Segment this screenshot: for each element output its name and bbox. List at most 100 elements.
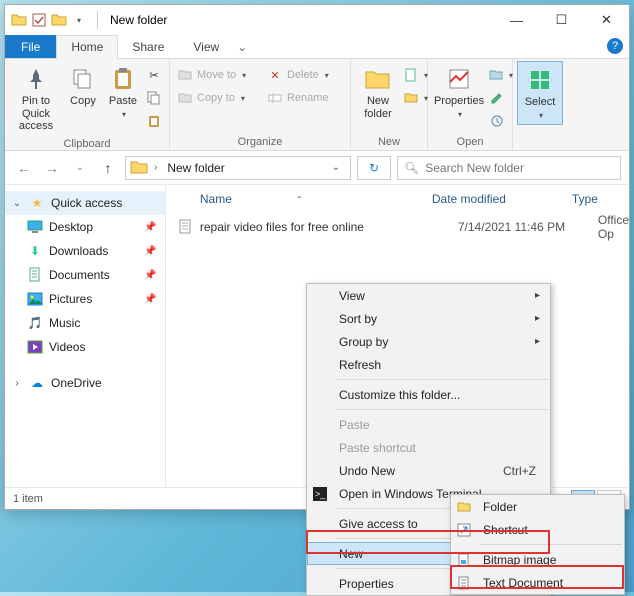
back-button[interactable]: ← [13,157,35,179]
search-icon: 🔍︎ [404,161,419,175]
edit-button[interactable] [489,88,505,108]
column-name[interactable]: Name⌃ [166,192,424,206]
sidebar: ⌄ ★ Quick access Desktop 📌 ⬇ Downloads 📌… [5,185,166,487]
copy-to-button[interactable]: Copy to▾ [177,88,261,108]
cut-button[interactable]: ✂ [146,65,162,85]
properties-button[interactable]: Properties ▾ [432,61,486,123]
copy-label: Copy [70,95,96,108]
ribbon-group-new: New folder ▾ ▾ New [351,59,428,150]
column-label: Name [200,192,232,206]
properties-icon [445,65,473,93]
move-to-label: Move to [197,69,236,81]
rename-button[interactable]: Rename [267,88,343,108]
column-date[interactable]: Date modified [424,192,564,206]
menu-item-customize[interactable]: Customize this folder... [307,383,550,406]
menu-separator [335,409,548,410]
copy-path-button[interactable] [146,88,162,108]
new-folder-icon [364,65,392,93]
titlebar: ▾ New folder — ☐ ✕ [5,5,629,35]
submenu-item-folder[interactable]: Folder [451,495,624,518]
move-to-button[interactable]: Move to▾ [177,65,261,85]
history-button[interactable] [489,111,505,131]
select-button[interactable]: Select ▾ [517,61,563,125]
menu-label: Customize this folder... [339,388,460,402]
ribbon: Pin to Quick access Copy Paste ▾ ✂ Clipb [5,59,629,151]
bitmap-icon [456,552,472,568]
recent-dropdown[interactable]: ⌄ [69,157,91,179]
maximize-button[interactable]: ☐ [539,5,584,35]
close-button[interactable]: ✕ [584,5,629,35]
sidebar-item-documents[interactable]: Documents 📌 [5,263,165,287]
submenu-item-bitmap[interactable]: Bitmap image [451,548,624,571]
new-folder-button[interactable]: New folder [355,61,401,124]
sidebar-item-label: Desktop [49,220,93,234]
menu-item-refresh[interactable]: Refresh [307,353,550,376]
qat-checkbox-icon[interactable] [31,12,47,28]
ribbon-group-select: Select ▾ [513,59,567,150]
qat-folder-icon[interactable] [51,12,67,28]
folder-icon [456,499,472,515]
sidebar-item-desktop[interactable]: Desktop 📌 [5,215,165,239]
ribbon-collapse-icon[interactable]: ⌄ [234,35,250,58]
paste-shortcut-button[interactable] [146,111,162,131]
menu-item-sort[interactable]: Sort by▸ [307,307,550,330]
nav-row: ← → ⌄ ↑ › New folder ⌄ ↻ 🔍︎ [5,151,629,185]
ribbon-tabs: File Home Share View ⌄ ? [5,35,629,59]
sidebar-item-downloads[interactable]: ⬇ Downloads 📌 [5,239,165,263]
sidebar-item-label: Music [49,316,80,330]
sidebar-item-videos[interactable]: Videos [5,335,165,359]
menu-label: Undo New [339,464,395,478]
new-item-icon [404,67,418,83]
open-button[interactable]: ▾ [489,65,505,85]
breadcrumb[interactable]: › New folder ⌄ [125,156,351,180]
pin-quick-access-button[interactable]: Pin to Quick access [9,61,63,137]
tab-home[interactable]: Home [56,35,118,59]
up-button[interactable]: ↑ [97,157,119,179]
column-label: Type [572,192,598,206]
submenu-item-shortcut[interactable]: Shortcut [451,518,624,541]
sidebar-item-label: OneDrive [51,376,102,390]
menu-label: Give access to [339,517,418,531]
ribbon-group-open: Properties ▾ ▾ Open [428,59,513,150]
tab-view[interactable]: View [179,35,234,58]
sidebar-item-onedrive[interactable]: › ☁ OneDrive [5,371,165,395]
column-label: Date modified [432,192,506,206]
sidebar-item-label: Documents [49,268,110,282]
menu-item-group[interactable]: Group by▸ [307,330,550,353]
easy-access-icon [404,90,418,106]
menu-label: Paste shortcut [339,441,416,455]
menu-item-undo[interactable]: Undo NewCtrl+Z [307,459,550,482]
submenu-item-textdoc[interactable]: Text Document [451,571,624,594]
delete-button[interactable]: ✕Delete▾ [267,65,343,85]
open-small-col: ▾ [486,61,508,135]
chevron-right-icon: ▸ [535,336,540,347]
search-input[interactable] [425,161,614,175]
folder-icon [11,12,27,28]
search-box[interactable]: 🔍︎ [397,156,621,180]
file-type: Office Op [598,213,629,241]
breadcrumb-dropdown-icon[interactable]: ⌄ [332,162,346,173]
sidebar-item-pictures[interactable]: Pictures 📌 [5,287,165,311]
pin-icon: 📌 [144,294,156,305]
minimize-button[interactable]: — [494,5,539,35]
new-item-button[interactable]: ▾ [404,65,420,85]
help-icon[interactable]: ? [607,38,623,54]
menu-item-paste-shortcut[interactable]: Paste shortcut [307,436,550,459]
menu-item-view[interactable]: View▸ [307,284,550,307]
tab-share[interactable]: Share [118,35,179,58]
copy-button[interactable]: Copy [63,61,103,112]
chevron-down-icon: ▾ [241,94,245,103]
tab-file[interactable]: File [5,35,56,58]
column-type[interactable]: Type [564,192,629,206]
refresh-button[interactable]: ↻ [357,156,391,180]
paste-button[interactable]: Paste ▾ [103,61,143,123]
sidebar-item-quick-access[interactable]: ⌄ ★ Quick access [5,191,165,215]
menu-item-paste[interactable]: Paste [307,413,550,436]
move-to-icon [177,67,193,83]
forward-button[interactable]: → [41,157,63,179]
sidebar-item-music[interactable]: 🎵 Music [5,311,165,335]
table-row[interactable]: repair video files for free online 7/14/… [166,213,629,241]
easy-access-button[interactable]: ▾ [404,88,420,108]
menu-label: Refresh [339,358,381,372]
qat-dropdown-icon[interactable]: ▾ [71,12,87,28]
